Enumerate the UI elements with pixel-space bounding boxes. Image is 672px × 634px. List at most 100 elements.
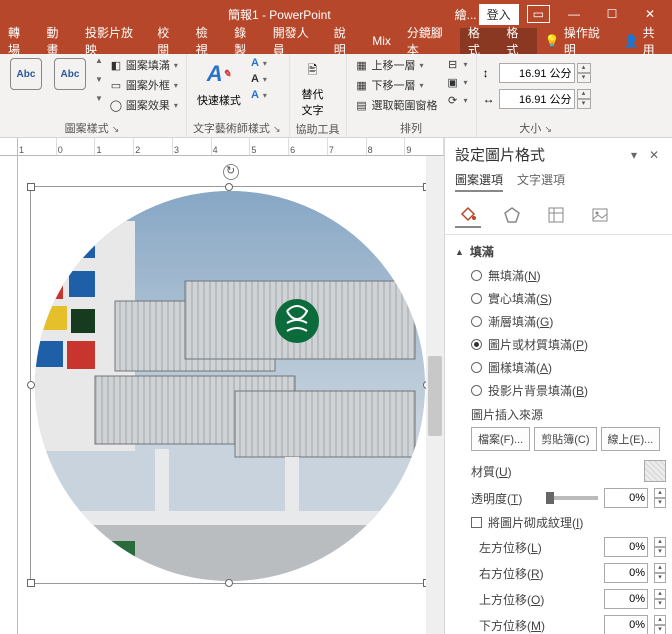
transparency-input[interactable]	[604, 488, 648, 508]
resize-handle-l[interactable]	[27, 381, 35, 389]
offset-left-input[interactable]	[604, 537, 648, 557]
insert-from-online[interactable]: 線上(E)...	[601, 427, 661, 451]
offset-l-up[interactable]: ▴	[654, 537, 666, 547]
transparency-up[interactable]: ▴	[654, 488, 666, 498]
tab-format-picture[interactable]: 格式	[498, 28, 537, 54]
bring-forward-icon: ▦	[355, 58, 369, 72]
resize-handle-bl[interactable]	[27, 579, 35, 587]
transparency-slider[interactable]	[548, 496, 598, 500]
section-fill-header[interactable]: ▲填滿	[455, 239, 666, 264]
minimize-button[interactable]: —	[556, 2, 592, 26]
shape-style-preset-1[interactable]: Abc	[6, 56, 46, 92]
insert-from-file[interactable]: 檔案(F)...	[471, 427, 530, 451]
wordart-launcher[interactable]: ↘	[273, 124, 283, 134]
panel-tab-effects[interactable]	[499, 202, 525, 228]
ribbon-display-options[interactable]: ▭	[527, 5, 550, 23]
fill-picture[interactable]: 圖片或材質填滿(P)	[455, 333, 666, 356]
insert-from-label: 圖片插入來源	[455, 402, 666, 425]
group-menu[interactable]: ▣▾	[444, 74, 470, 90]
fill-slidebg[interactable]: 投影片背景填滿(B)	[455, 379, 666, 402]
panel-tab-fill[interactable]	[455, 202, 481, 228]
width-up[interactable]: ▴	[577, 89, 591, 99]
offset-l-down[interactable]: ▾	[654, 547, 666, 557]
width-down[interactable]: ▾	[577, 99, 591, 109]
panel-close[interactable]: ✕	[644, 148, 664, 162]
tab-storyboard[interactable]: 分鏡腳本	[399, 28, 460, 54]
vertical-ruler	[0, 156, 18, 634]
panel-tab-picture[interactable]	[587, 202, 613, 228]
circle-picture[interactable]: CLEARANCE	[35, 191, 425, 581]
panel-tab-size[interactable]	[543, 202, 569, 228]
tab-transitions[interactable]: 轉場	[0, 28, 39, 54]
tab-mix[interactable]: Mix	[364, 28, 399, 54]
rotate-menu[interactable]: ⟳▾	[444, 92, 470, 108]
style-gallery-more[interactable]: ▼	[95, 94, 103, 103]
tile-checkbox[interactable]: 將圖片砌成紋理(I)	[455, 511, 666, 534]
selection-pane[interactable]: ▤選取範圍窗格	[353, 96, 440, 114]
resize-handle-tl[interactable]	[27, 183, 35, 191]
height-up[interactable]: ▴	[577, 63, 591, 73]
insert-from-clipboard[interactable]: 剪貼簿(C)	[534, 427, 596, 451]
style-gallery-up[interactable]: ▲	[95, 56, 103, 65]
offset-b-down[interactable]: ▾	[654, 625, 666, 634]
text-effects[interactable]: A▾	[249, 88, 269, 102]
subtab-shape-options[interactable]: 圖案選項	[455, 171, 503, 192]
offset-r-up[interactable]: ▴	[654, 563, 666, 573]
signin-button[interactable]: 登入	[479, 4, 519, 25]
tab-review[interactable]: 校閱	[149, 28, 188, 54]
scrollbar-thumb[interactable]	[428, 356, 442, 436]
size-launcher[interactable]: ↘	[544, 124, 554, 134]
resize-handle-t[interactable]	[225, 183, 233, 191]
offset-top-input[interactable]	[604, 589, 648, 609]
fill-none[interactable]: 無填滿(N)	[455, 264, 666, 287]
tab-animations[interactable]: 動畫	[39, 28, 78, 54]
height-down[interactable]: ▾	[577, 73, 591, 83]
shape-effects[interactable]: ◯圖案效果▾	[107, 96, 180, 114]
vertical-scrollbar[interactable]	[426, 156, 444, 634]
selection-bounding-box[interactable]: CLEARANCE	[30, 186, 428, 584]
transparency-down[interactable]: ▾	[654, 498, 666, 508]
shape-fill[interactable]: ◧圖案填滿▾	[107, 56, 180, 74]
tab-view[interactable]: 檢視	[188, 28, 227, 54]
tab-developer[interactable]: 開發人員	[265, 28, 326, 54]
align-menu[interactable]: ⊟▾	[444, 56, 470, 72]
close-button[interactable]: ✕	[632, 2, 668, 26]
panel-options[interactable]: ▾	[624, 148, 644, 162]
share-button[interactable]: 👤共用	[616, 28, 672, 54]
style-gallery-down[interactable]: ▼	[95, 75, 103, 84]
text-outline[interactable]: A▾	[249, 72, 269, 86]
drawing-context: 繪...	[455, 6, 477, 23]
maximize-button[interactable]: ☐	[594, 2, 630, 26]
tab-help[interactable]: 說明	[326, 28, 365, 54]
offset-r-down[interactable]: ▾	[654, 573, 666, 583]
shape-style-preset-2[interactable]: Abc	[50, 56, 90, 92]
offset-b-up[interactable]: ▴	[654, 615, 666, 625]
offset-bottom-input[interactable]	[604, 615, 648, 634]
fill-pattern[interactable]: 圖樣填滿(A)	[455, 356, 666, 379]
tab-record[interactable]: 錄製	[226, 28, 265, 54]
slide[interactable]: CLEARANCE	[18, 156, 444, 634]
shape-width-input[interactable]	[499, 89, 575, 109]
shape-height-input[interactable]	[499, 63, 575, 83]
shape-outline[interactable]: ▭圖案外框▾	[107, 76, 180, 94]
text-fill[interactable]: A▾	[249, 56, 269, 70]
subtab-text-options[interactable]: 文字選項	[517, 171, 565, 192]
bring-forward[interactable]: ▦上移一層▾	[353, 56, 440, 74]
wordart-a-icon: A✎	[203, 58, 235, 90]
send-backward[interactable]: ▦下移一層▾	[353, 76, 440, 94]
offset-t-up[interactable]: ▴	[654, 589, 666, 599]
offset-right-input[interactable]	[604, 563, 648, 583]
tab-format-shape[interactable]: 格式	[460, 28, 499, 54]
fill-solid[interactable]: 實心填滿(S)	[455, 287, 666, 310]
ribbon: Abc Abc ▲▼▼ ◧圖案填滿▾ ▭圖案外框▾ ◯圖案效果▾ 圖案樣式 ↘ …	[0, 54, 672, 138]
fill-gradient[interactable]: 漸層填滿(G)	[455, 310, 666, 333]
shape-styles-launcher[interactable]: ↘	[112, 124, 122, 134]
resize-handle-b[interactable]	[225, 579, 233, 587]
rotation-handle[interactable]	[223, 164, 239, 180]
texture-picker[interactable]	[644, 460, 666, 482]
tell-me[interactable]: 💡操作說明	[537, 28, 616, 54]
offset-t-down[interactable]: ▾	[654, 599, 666, 609]
tab-slideshow[interactable]: 投影片放映	[77, 28, 149, 54]
alt-text-button[interactable]: 🖹 替代 文字	[296, 56, 330, 120]
wordart-quick-styles[interactable]: A✎ 快速樣式	[193, 56, 245, 110]
